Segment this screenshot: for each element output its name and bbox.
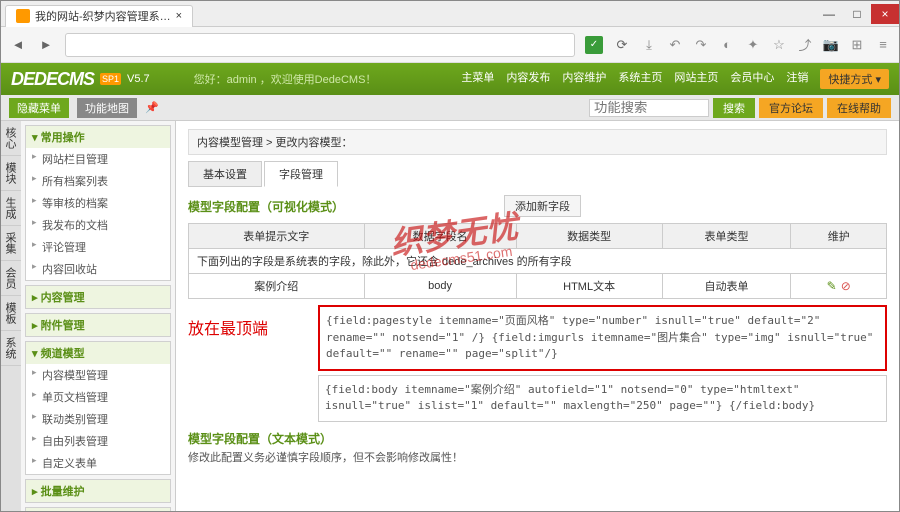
th-field: 数据字段名 [364, 224, 516, 249]
th-action: 维护 [791, 224, 887, 249]
tool-icon[interactable]: ◐ [719, 37, 735, 53]
sidebar-group-head[interactable]: ▸ 批量维护 [26, 480, 170, 502]
shield-icon[interactable]: ✓ [585, 36, 603, 54]
browser-tab[interactable]: 我的网站-织梦内容管理系… × [5, 5, 193, 27]
sidebar-group-head[interactable]: ▾ 频道模型 [26, 342, 170, 364]
hide-menu-button[interactable]: 隐藏菜单 [9, 98, 69, 118]
version-badge: SP1 [100, 73, 121, 85]
tab-basic[interactable]: 基本设置 [188, 161, 262, 187]
vtab-gen[interactable]: 生成 [1, 191, 21, 226]
help-button[interactable]: 在线帮助 [827, 98, 891, 118]
tab-fields[interactable]: 字段管理 [264, 161, 338, 187]
tool-icon[interactable]: ≡ [875, 37, 891, 53]
th-prompt: 表单提示文字 [189, 224, 365, 249]
menu-logout[interactable]: 注销 [786, 69, 808, 89]
tool-icon[interactable]: ☆ [771, 37, 787, 53]
delete-icon[interactable]: ⊘ [841, 279, 851, 293]
tool-icon[interactable]: ⤴ [797, 37, 813, 53]
code-block-highlighted: {field:pagestyle itemname="页面风格" type="n… [318, 305, 887, 371]
vertical-tabs: 核心 模块 生成 采集 会员 模板 系统 [1, 121, 21, 511]
section2-note: 修改此配置义务必谨慎字段顺序，但不会影响修改属性！ [188, 449, 887, 465]
section-title: 模型字段配置（可视化模式） [188, 198, 344, 215]
tool-icon[interactable]: ⤓ [641, 37, 657, 53]
th-type: 数据类型 [516, 224, 662, 249]
section2-title: 模型字段配置（文本模式） [188, 430, 887, 447]
sidebar-item[interactable]: 联动类别管理 [26, 408, 170, 430]
tool-icon[interactable]: 📷 [823, 37, 839, 53]
vtab-core[interactable]: 核心 [1, 121, 21, 156]
sidebar-group-head[interactable]: ▾ 常用操作 [26, 126, 170, 148]
version: V5.7 [127, 73, 150, 85]
menu-member[interactable]: 会员中心 [730, 69, 774, 89]
sidebar-item[interactable]: 网站栏目管理 [26, 148, 170, 170]
table-row: 案例介绍 body HTML文本 自动表单 ✎⊘ [189, 274, 887, 299]
add-field-button[interactable]: 添加新字段 [504, 195, 581, 217]
browser-titlebar: 我的网站-织梦内容管理系… × — □ × [1, 1, 899, 27]
quick-dropdown[interactable]: 快捷方式 ▾ [820, 69, 889, 89]
sidebar: ▾ 常用操作网站栏目管理所有档案列表等审核的档案我发布的文档评论管理内容回收站 ▸… [21, 121, 176, 511]
sidebar-item[interactable]: 自由列表管理 [26, 430, 170, 452]
tool-icon[interactable]: ✦ [745, 37, 761, 53]
vtab-template[interactable]: 模板 [1, 296, 21, 331]
window-maximize[interactable]: □ [843, 4, 871, 24]
tab-close-icon[interactable]: × [176, 10, 182, 22]
search-input[interactable] [589, 99, 709, 117]
fields-table: 表单提示文字 数据字段名 数据类型 表单类型 维护 下面列出的字段是系统表的字段… [188, 223, 887, 299]
breadcrumb: 内容模型管理 > 更改内容模型： [188, 129, 887, 155]
browser-toolbar: ◄ ► ✓ ⟳ ⤓ ↶ ↷ ◐ ✦ ☆ ⤴ 📷 ⊞ ≡ [1, 27, 899, 63]
vtab-member[interactable]: 会员 [1, 261, 21, 296]
sub-toolbar: 隐藏菜单 功能地图 📌 搜索 官方论坛 在线帮助 [1, 95, 899, 121]
forward-icon[interactable]: ► [37, 36, 55, 54]
menu-site[interactable]: 网站主页 [674, 69, 718, 89]
main-content: 内容模型管理 > 更改内容模型： 基本设置 字段管理 模型字段配置（可视化模式）… [176, 121, 899, 511]
tab-favicon [16, 9, 30, 23]
sidebar-item[interactable]: 我发布的文档 [26, 214, 170, 236]
forum-button[interactable]: 官方论坛 [759, 98, 823, 118]
window-close[interactable]: × [871, 4, 899, 24]
welcome-text: 您好：admin ，欢迎使用DedeCMS！ [194, 71, 377, 87]
vtab-module[interactable]: 模块 [1, 156, 21, 191]
sidebar-group-head[interactable]: ▸ 系统帮助 [26, 508, 170, 511]
sidebar-item[interactable]: 内容模型管理 [26, 364, 170, 386]
vtab-collect[interactable]: 采集 [1, 226, 21, 261]
menu-maintain[interactable]: 内容维护 [562, 69, 606, 89]
th-form: 表单类型 [662, 224, 791, 249]
back-icon[interactable]: ◄ [9, 36, 27, 54]
edit-icon[interactable]: ✎ [827, 279, 837, 293]
sitemap-button[interactable]: 功能地图 [77, 98, 137, 118]
tool-icon[interactable]: ⊞ [849, 37, 865, 53]
tool-icon[interactable]: ↷ [693, 37, 709, 53]
app-header: DEDECMS SP1 V5.7 您好：admin ，欢迎使用DedeCMS！ … [1, 63, 899, 95]
table-note: 下面列出的字段是系统表的字段，除此外，它还含 dede_archives 的所有… [189, 249, 887, 274]
sidebar-item[interactable]: 内容回收站 [26, 258, 170, 280]
refresh-icon[interactable]: ⟳ [613, 36, 631, 54]
vtab-system[interactable]: 系统 [1, 331, 21, 366]
pin-icon[interactable]: 📌 [145, 101, 159, 114]
sidebar-item[interactable]: 等审核的档案 [26, 192, 170, 214]
sidebar-group-head[interactable]: ▸ 内容管理 [26, 286, 170, 308]
sidebar-item[interactable]: 单页文档管理 [26, 386, 170, 408]
annotation-label: 放在最顶端 [188, 315, 268, 339]
menu-publish[interactable]: 内容发布 [506, 69, 550, 89]
top-menu: 主菜单 内容发布 内容维护 系统主页 网站主页 会员中心 注销 快捷方式 ▾ [461, 69, 889, 89]
sidebar-item[interactable]: 评论管理 [26, 236, 170, 258]
menu-main[interactable]: 主菜单 [461, 69, 494, 89]
code-block: {field:body itemname="案例介绍" autofield="1… [318, 375, 887, 422]
menu-system[interactable]: 系统主页 [618, 69, 662, 89]
window-minimize[interactable]: — [815, 4, 843, 24]
tool-icon[interactable]: ↶ [667, 37, 683, 53]
logo: DEDECMS [11, 69, 94, 90]
sidebar-group-head[interactable]: ▸ 附件管理 [26, 314, 170, 336]
tab-title: 我的网站-织梦内容管理系… [35, 8, 171, 24]
search-button[interactable]: 搜索 [713, 98, 755, 118]
sidebar-item[interactable]: 自定义表单 [26, 452, 170, 474]
sidebar-item[interactable]: 所有档案列表 [26, 170, 170, 192]
url-input[interactable] [65, 33, 575, 57]
